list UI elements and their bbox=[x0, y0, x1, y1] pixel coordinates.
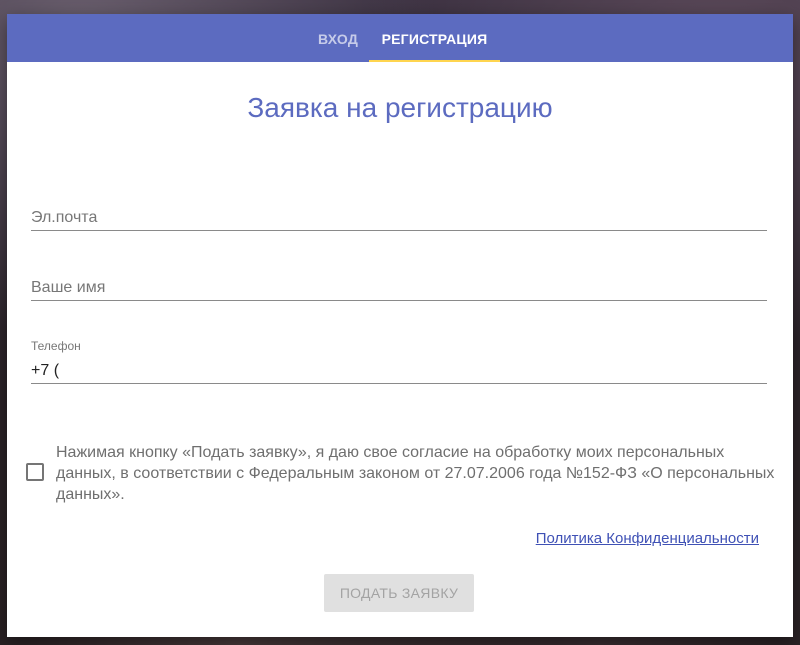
active-tab-indicator bbox=[369, 60, 500, 62]
email-field-underline bbox=[31, 230, 767, 231]
email-field[interactable] bbox=[31, 209, 767, 227]
tab-login[interactable]: Вход bbox=[307, 14, 369, 62]
name-field-underline bbox=[31, 300, 767, 301]
page-title: Заявка на регистрацию bbox=[247, 92, 553, 123]
privacy-policy-link[interactable]: Политика Конфиденциальности bbox=[536, 530, 759, 547]
tab-bar: Вход Регистрация bbox=[7, 14, 793, 62]
phone-field-underline bbox=[31, 383, 767, 384]
phone-field-container: Телефон bbox=[31, 339, 767, 384]
phone-field-label: Телефон bbox=[31, 339, 81, 353]
phone-field[interactable] bbox=[31, 362, 767, 380]
registration-dialog: Вход Регистрация Заявка на регистрацию Т… bbox=[7, 14, 793, 637]
name-field[interactable] bbox=[31, 279, 767, 297]
name-field-container bbox=[31, 269, 767, 301]
email-field-container bbox=[31, 199, 767, 231]
tab-register[interactable]: Регистрация bbox=[369, 14, 500, 62]
consent-checkbox[interactable] bbox=[26, 463, 44, 481]
submit-button[interactable]: Подать заявку bbox=[324, 574, 474, 612]
consent-text: Нажимая кнопку «Подать заявку», я даю св… bbox=[56, 444, 775, 503]
